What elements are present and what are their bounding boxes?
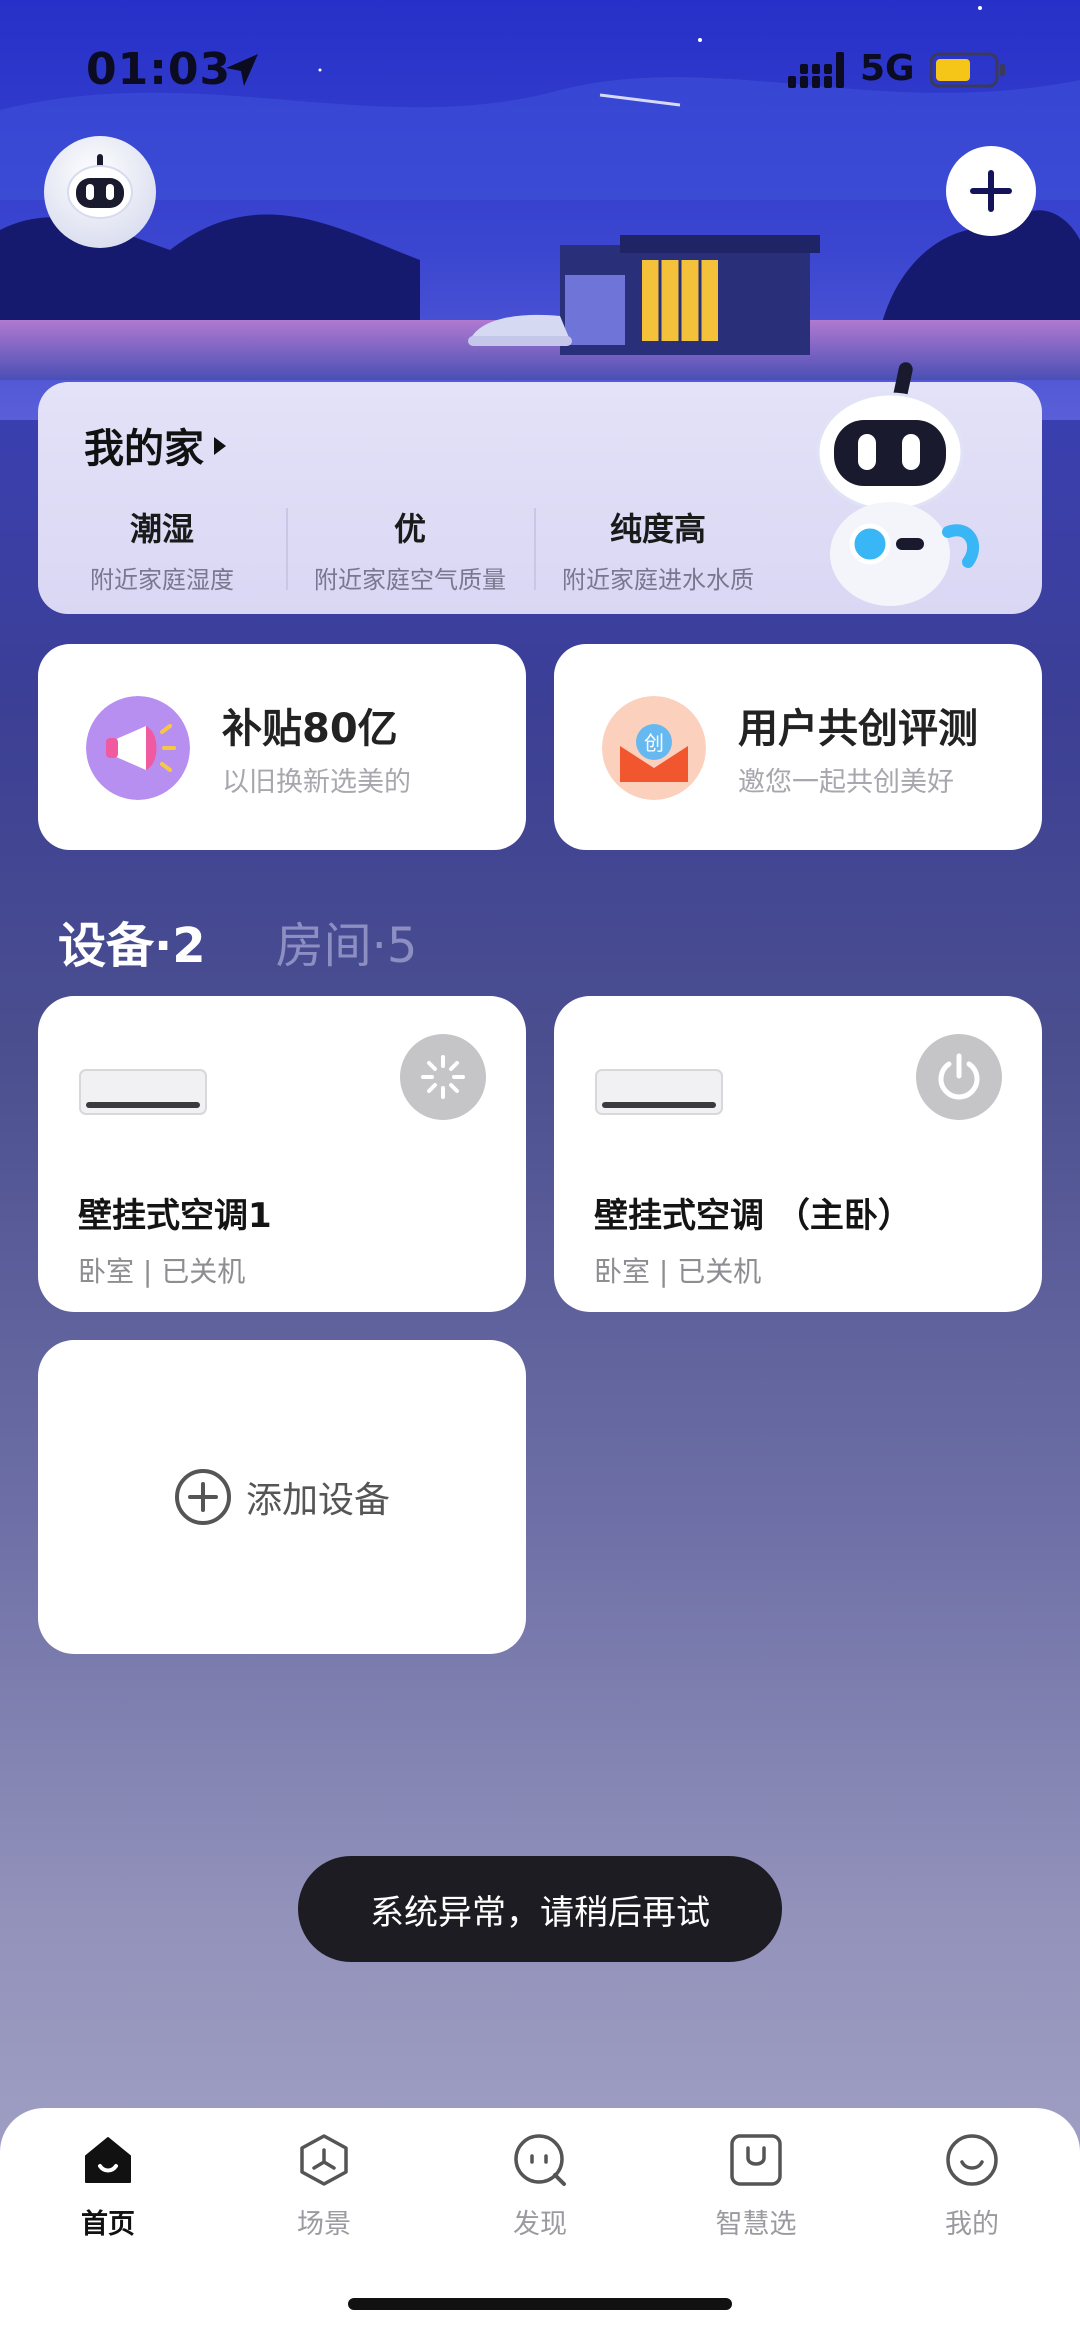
error-toast: 系统异常，请稍后再试: [298, 1856, 782, 1962]
bottom-tab-bar: 首页 场景 发现 智慧选 我的: [0, 2108, 1080, 2337]
stat-value: 优: [393, 510, 426, 548]
power-icon: [938, 1053, 980, 1100]
device-card[interactable]: 壁挂式空调 （主卧） 卧室 | 已关机: [554, 996, 1042, 1312]
plus-icon: [970, 170, 1012, 212]
robot-avatar-icon: [67, 154, 133, 219]
promo-title: 补贴80亿: [222, 706, 398, 752]
stat-label: 附近家庭空气质量: [314, 566, 506, 594]
device-room-tabs: 设备·2 房间·5: [58, 906, 417, 976]
stat-value: 潮湿: [129, 510, 194, 548]
megaphone-icon: [86, 696, 190, 800]
stat-value: 纯度高: [609, 510, 706, 548]
promo-title: 用户共创评测: [738, 706, 978, 752]
tab-label: 智慧选: [715, 2209, 797, 2240]
promo-card-co-creation[interactable]: 创 用户共创评测 邀您一起共创美好: [554, 644, 1042, 850]
power-button[interactable]: [916, 1034, 1002, 1120]
device-name: 壁挂式空调1: [78, 1196, 272, 1236]
device-name: 壁挂式空调 （主卧）: [594, 1196, 912, 1236]
stat-air-quality: 优 附近家庭空气质量: [286, 504, 534, 595]
cellular-signal-icon: [788, 52, 844, 88]
chuang-badge-icon: 创: [602, 696, 706, 800]
loading-spinner-icon: [421, 1055, 465, 1099]
tab-label: 发现: [513, 2209, 567, 2240]
profile-icon: [946, 2134, 998, 2186]
stat-water-quality: 纯度高 附近家庭进水水质: [534, 504, 782, 595]
add-button[interactable]: [946, 146, 1036, 236]
home-stats: 潮湿 附近家庭湿度 优 附近家庭空气质量 纯度高 附近家庭进水水质: [38, 504, 798, 595]
home-icon: [85, 2137, 131, 2183]
tab-rooms[interactable]: 房间·5: [276, 906, 418, 976]
device-status: 卧室 | 已关机: [594, 1255, 762, 1288]
add-device-label: 添加设备: [245, 1480, 390, 1521]
device-card[interactable]: 壁挂式空调1 卧室 | 已关机: [38, 996, 526, 1312]
device-loading-button[interactable]: [400, 1034, 486, 1120]
air-conditioner-icon: [595, 1069, 723, 1115]
home-title-text: 我的家: [84, 426, 204, 472]
air-conditioner-icon: [79, 1069, 207, 1115]
discover-icon: [514, 2134, 566, 2186]
stat-label: 附近家庭进水水质: [562, 566, 754, 594]
promo-subtitle: 以旧换新选美的: [222, 767, 411, 798]
home-summary-card[interactable]: 我的家 潮湿 附近家庭湿度 优 附近家庭空气质量 纯度高 附近家庭进水水质: [38, 362, 1042, 614]
robot-mascot-icon: [816, 362, 980, 606]
stat-humidity: 潮湿 附近家庭湿度: [38, 504, 286, 595]
shop-bag-icon: [730, 2134, 782, 2186]
add-device-button[interactable]: 添加设备: [38, 1340, 526, 1654]
badge-text: 创: [644, 731, 664, 755]
caret-right-icon: [214, 437, 226, 455]
plus-circle-icon: [174, 1469, 231, 1525]
network-type: 5G: [860, 48, 915, 89]
status-time: 01:03: [86, 44, 232, 95]
battery-icon: [930, 52, 1005, 88]
home-title[interactable]: 我的家: [84, 416, 226, 474]
tab-smart-select[interactable]: 智慧选: [648, 2130, 864, 2241]
avatar[interactable]: [44, 136, 156, 248]
tab-scene[interactable]: 场景: [216, 2130, 432, 2241]
promo-subtitle: 邀您一起共创美好: [738, 767, 954, 798]
home-indicator: [348, 2298, 732, 2310]
tab-discover[interactable]: 发现: [432, 2130, 648, 2241]
tab-label: 我的: [945, 2209, 999, 2240]
tab-devices[interactable]: 设备·2: [58, 906, 206, 976]
scene-icon: [300, 2134, 348, 2186]
tab-home[interactable]: 首页: [0, 2130, 216, 2241]
device-status: 卧室 | 已关机: [78, 1255, 246, 1288]
tab-mine[interactable]: 我的: [864, 2130, 1080, 2241]
stat-label: 附近家庭湿度: [90, 566, 234, 594]
location-arrow-icon: [226, 54, 258, 86]
promo-card-subsidy[interactable]: 补贴80亿 以旧换新选美的: [38, 644, 526, 850]
tab-label: 首页: [81, 2209, 135, 2240]
tab-label: 场景: [297, 2209, 351, 2240]
